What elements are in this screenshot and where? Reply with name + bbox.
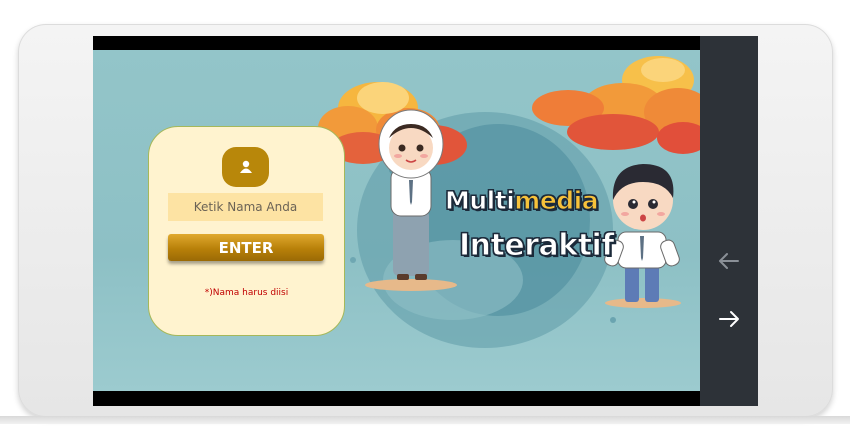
student-boy-illustration	[604, 164, 681, 308]
title-multimedia: Multimedia	[444, 186, 599, 216]
previous-slide-button[interactable]	[712, 244, 746, 278]
title-multi: Multi	[444, 186, 515, 216]
slide-navigation-bar	[700, 36, 758, 406]
login-card: ENTER *)Nama harus diisi	[148, 126, 345, 336]
required-note: *)Nama harus diisi	[204, 288, 289, 298]
arrow-left-icon	[719, 253, 739, 269]
next-slide-button[interactable]	[712, 302, 746, 336]
presentation-screen: ENTER *)Nama harus diisi Multimedia Inte…	[93, 36, 700, 406]
title-interaktif: Interaktif	[459, 228, 615, 264]
enter-button[interactable]: ENTER	[168, 234, 324, 261]
arrow-right-icon	[719, 311, 739, 327]
title-media: media	[514, 186, 599, 216]
user-icon	[239, 160, 252, 173]
name-input[interactable]	[168, 193, 323, 221]
slide: ENTER *)Nama harus diisi Multimedia Inte…	[93, 50, 700, 391]
user-avatar	[222, 147, 269, 187]
device-shadow	[0, 416, 850, 424]
